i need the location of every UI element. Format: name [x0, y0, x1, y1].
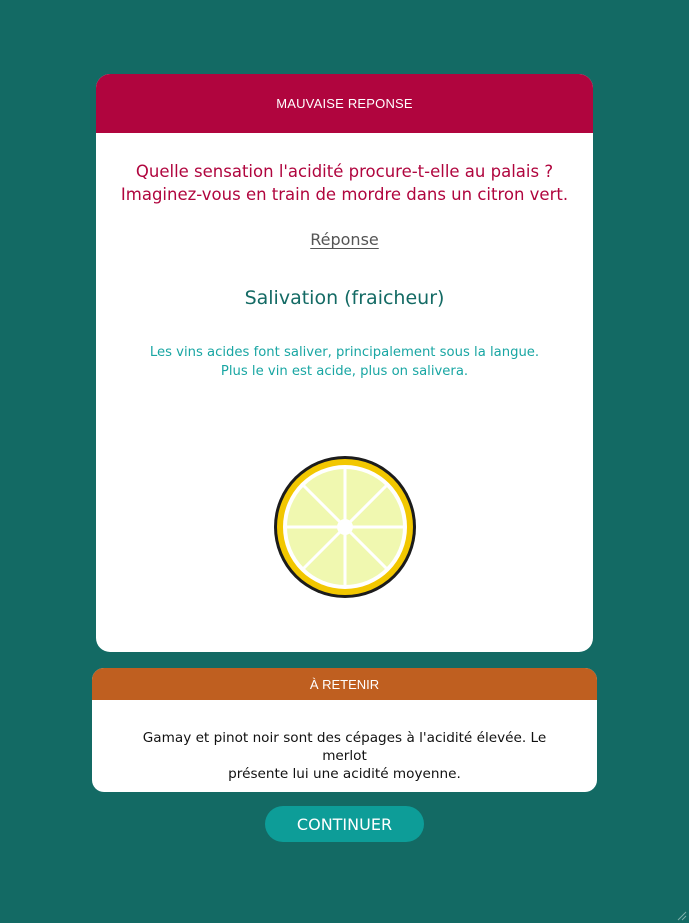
- remember-header: À RETENIR: [92, 668, 597, 700]
- correct-answer: Salivation (fraicheur): [244, 287, 445, 309]
- question-line-1: Quelle sensation l'acidité procure-t-ell…: [135, 162, 554, 181]
- resize-grip-icon[interactable]: [677, 911, 687, 921]
- remember-line-2: présente lui une acidité moyenne.: [228, 766, 461, 782]
- explanation-line-2: Plus le vin est acide, plus on salivera.: [220, 364, 469, 379]
- answer-feedback-card: MAUVAISE REPONSE Quelle sensation l'acid…: [96, 74, 593, 652]
- explanation-text: Les vins acides font saliver, principale…: [96, 343, 593, 381]
- remember-text: Gamay et pinot noir sont des cépages à l…: [92, 729, 597, 783]
- result-header: MAUVAISE REPONSE: [96, 74, 593, 133]
- continue-button[interactable]: CONTINUER: [265, 806, 424, 842]
- result-header-label: MAUVAISE REPONSE: [276, 96, 413, 111]
- question-text: Quelle sensation l'acidité procure-t-ell…: [96, 160, 593, 206]
- remember-card: À RETENIR Gamay et pinot noir sont des c…: [92, 668, 597, 792]
- explanation-line-1: Les vins acides font saliver, principale…: [149, 345, 540, 360]
- question-line-2: Imaginez-vous en train de mordre dans un…: [120, 185, 569, 204]
- answer-label: Réponse: [310, 230, 379, 249]
- remember-line-1: Gamay et pinot noir sont des cépages à l…: [142, 730, 547, 764]
- remember-header-label: À RETENIR: [309, 676, 380, 692]
- lemon-slice-icon: [274, 456, 416, 598]
